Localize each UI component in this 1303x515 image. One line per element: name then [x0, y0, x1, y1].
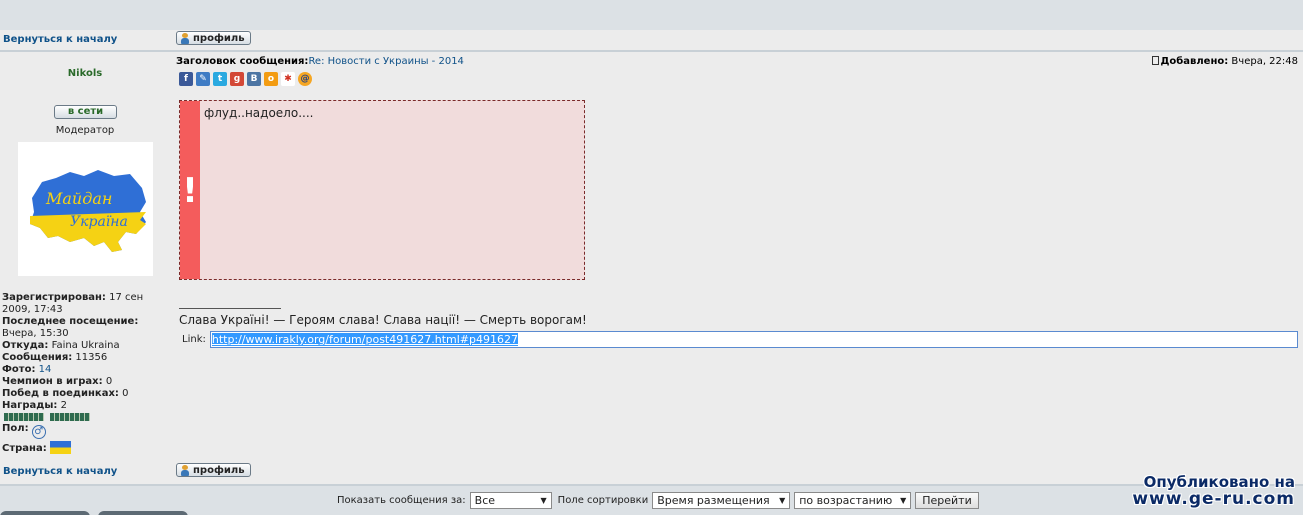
post-link-row: Link: http://www.irakly.org/forum/post49… — [182, 331, 1298, 348]
flood-block: ! флуд..надоело.... — [179, 100, 585, 280]
mailru-icon[interactable]: @ — [298, 72, 312, 86]
odnoklassniki-icon[interactable]: o — [264, 72, 278, 86]
registered-label: Зарегистрирован: — [2, 292, 106, 303]
go-button[interactable]: Перейти — [915, 492, 979, 509]
show-label: Показать сообщения за: — [337, 495, 466, 506]
messages-label: Сообщения: — [2, 352, 73, 363]
sort-order-select[interactable]: по возрастанию ▼ — [794, 492, 912, 509]
last-visit-label: Последнее посещение: — [2, 316, 139, 327]
games-value: 0 — [105, 376, 113, 387]
show-period-select[interactable]: Все ▼ — [469, 492, 552, 509]
avatar-text-top: Майдан — [45, 189, 112, 208]
games-label: Чемпион в играх: — [2, 376, 103, 387]
gender-label: Пол: — [2, 423, 29, 434]
last-visit-value: Вчера, 15:30 — [2, 328, 69, 339]
post-link-text[interactable]: http://www.irakly.org/forum/post491627.h… — [211, 333, 518, 346]
medal-icon[interactable] — [50, 413, 90, 421]
back-to-top-link[interactable]: Вернуться к началу — [3, 466, 117, 477]
profile-button[interactable]: профиль — [176, 31, 251, 45]
author-panel: Nikols в сети Модератор Майдан Україна З… — [0, 54, 170, 462]
googleplus-icon[interactable]: g — [230, 72, 244, 86]
flood-text: флуд..надоело.... — [204, 106, 314, 120]
bottom-tab[interactable] — [0, 511, 90, 515]
awards-value: 2 — [60, 400, 67, 411]
avatar: Майдан Україна — [18, 142, 153, 276]
vkontakte-icon[interactable]: B — [247, 72, 261, 86]
added-value: Вчера, 22:48 — [1231, 56, 1298, 67]
profile-button-label: профиль — [193, 32, 245, 44]
photos-link[interactable]: 14 — [39, 364, 52, 375]
duels-value: 0 — [122, 388, 129, 399]
livejournal-icon[interactable]: ✎ — [196, 72, 210, 86]
profile-button-label: профиль — [193, 464, 245, 476]
sort-field-select[interactable]: Время размещения ▼ — [652, 492, 791, 509]
back-to-top-link[interactable]: Вернуться к началу — [3, 34, 117, 45]
post: Nikols в сети Модератор Майдан Україна З… — [0, 54, 1303, 462]
bottom-tabs — [0, 511, 188, 515]
flood-warning-bar: ! — [180, 101, 200, 279]
post-header-row: Вернуться к началу профиль — [0, 30, 1303, 52]
awards-medals — [4, 413, 170, 421]
subject-label: Заголовок сообщения: — [176, 56, 309, 67]
added-label: Добавлено: — [1160, 56, 1229, 67]
link-label: Link: — [182, 334, 206, 345]
country-label: Страна: — [2, 443, 47, 454]
dropdown-arrow-icon: ▼ — [540, 496, 547, 505]
medal-icon[interactable] — [4, 413, 44, 421]
subject-link[interactable]: Re: Новости с Украины - 2014 — [308, 56, 463, 67]
signature: Слава Україні! — Героям слава! Слава нац… — [179, 313, 587, 327]
sort-label: Поле сортировки — [557, 495, 649, 506]
photos-label: Фото: — [2, 364, 36, 375]
post-link-input[interactable]: http://www.irakly.org/forum/post491627.h… — [209, 331, 1298, 348]
profile-button[interactable]: профиль — [176, 463, 251, 477]
twitter-icon[interactable]: t — [213, 72, 227, 86]
post-footer-row: Вернуться к началу профиль — [0, 462, 1303, 482]
ukraine-flag-icon — [49, 441, 71, 454]
facebook-icon[interactable]: f — [179, 72, 193, 86]
awards-label: Награды: — [2, 400, 58, 411]
share-icons: f ✎ t g B o ✱ @ — [179, 72, 312, 86]
duels-label: Побед в поединках: — [2, 388, 119, 399]
watermark-line2: www.ge-ru.com — [1132, 489, 1295, 509]
person-icon — [180, 32, 190, 44]
signature-divider — [179, 308, 281, 309]
dropdown-arrow-icon: ▼ — [779, 496, 786, 505]
from-value: Faina Ukraina — [51, 340, 120, 351]
document-icon[interactable] — [1151, 56, 1159, 65]
online-status-badge: в сети — [54, 105, 117, 119]
show-period-value: Все — [474, 494, 496, 507]
top-bar — [0, 0, 1303, 30]
male-icon: ♂ — [31, 425, 46, 439]
author-username[interactable]: Nikols — [0, 68, 170, 79]
post-subject: Заголовок сообщения:Re: Новости с Украин… — [176, 56, 464, 67]
sort-bar: Показать сообщения за: Все ▼ Поле сортир… — [0, 484, 1303, 515]
watermark: Опубликовано на www.ge-ru.com — [1132, 474, 1295, 508]
messages-value: 11356 — [75, 352, 108, 363]
dropdown-arrow-icon: ▼ — [900, 496, 907, 505]
sort-field-value: Время размещения — [657, 494, 770, 507]
sort-filters: Показать сообщения за: Все ▼ Поле сортир… — [337, 492, 979, 509]
author-role: Модератор — [55, 125, 115, 136]
myworld-icon[interactable]: ✱ — [281, 72, 295, 86]
sort-order-value: по возрастанию — [799, 494, 893, 507]
bottom-tab[interactable] — [98, 511, 188, 515]
post-date: Добавлено: Вчера, 22:48 — [1151, 56, 1298, 67]
avatar-ukraine-map-icon: Майдан Україна — [18, 142, 153, 276]
exclamation-icon: ! — [182, 171, 198, 211]
person-icon — [180, 464, 190, 476]
post-body: Заголовок сообщения:Re: Новости с Украин… — [176, 54, 1300, 462]
from-label: Откуда: — [2, 340, 49, 351]
avatar-text-bottom: Україна — [70, 214, 128, 230]
author-info: Зарегистрирован: 17 сен 2009, 17:43 Посл… — [2, 292, 170, 455]
